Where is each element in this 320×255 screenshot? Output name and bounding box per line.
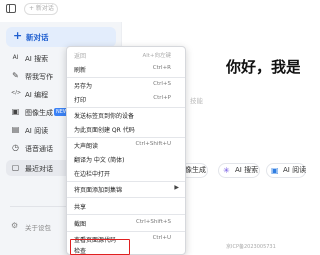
chip-label: 像生成 xyxy=(185,166,206,174)
menu-item-read-aloud[interactable]: 大声朗读 Ctrl+Shift+U xyxy=(67,139,185,151)
phone-icon: ◷ xyxy=(12,143,19,152)
menu-item-screenshot[interactable]: 截图 Ctrl+Shift+S xyxy=(67,217,185,229)
menu-item-label: 刷新 xyxy=(74,67,87,74)
menu-separator xyxy=(67,107,185,108)
menu-item-label: 在边栏中打开 xyxy=(74,171,111,178)
sidebar-toggle-icon[interactable] xyxy=(6,4,16,13)
image-icon: ▣ xyxy=(11,107,20,116)
menu-item-label: 另存为 xyxy=(74,83,93,90)
menu-item-label: 大声朗读 xyxy=(74,143,99,150)
ai-search-icon: AI xyxy=(12,54,19,61)
sidebar-item-label: 帮我写作 xyxy=(25,73,53,81)
settings-icon: ⚙ xyxy=(11,221,19,230)
context-menu: 返回 Alt+向左键 刷新 Ctrl+R 另存为 Ctrl+S 打印 Ctrl+… xyxy=(66,46,186,255)
menu-item-shortcut: Ctrl+U xyxy=(152,235,171,241)
menu-item-shortcut: Alt+向左键 xyxy=(142,53,171,59)
menu-item-label: 截图 xyxy=(74,221,87,228)
menu-item-label: 将页面添加到集锦 xyxy=(74,187,123,194)
menu-item-print[interactable]: 打印 Ctrl+P xyxy=(67,93,185,105)
menu-item-label: 为此页面创建 QR 代码 xyxy=(74,127,135,134)
chip-ai-search[interactable]: ✳ AI 搜索 xyxy=(218,163,260,178)
top-new-chat-button[interactable]: + 新对话 xyxy=(24,3,58,15)
menu-item-open-sidebar[interactable]: 在边栏中打开 xyxy=(67,167,185,179)
menu-item-shortcut: Ctrl+Shift+S xyxy=(136,219,171,225)
menu-separator xyxy=(67,137,185,138)
menu-item-shortcut: Ctrl+Shift+U xyxy=(135,141,171,147)
chat-icon: ▢ xyxy=(11,163,20,172)
chip-label: AI 搜索 xyxy=(235,166,259,174)
menu-item-label: 共享 xyxy=(74,204,87,211)
menu-item-back[interactable]: 返回 Alt+向左键 xyxy=(67,49,185,61)
greeting-title: 你好，我是豆 xyxy=(226,58,300,76)
menu-item-label: 打印 xyxy=(74,97,87,104)
ai-search-icon: ✳ xyxy=(223,166,230,175)
menu-item-qr-code[interactable]: 为此页面创建 QR 代码 xyxy=(67,123,185,135)
menu-separator xyxy=(67,231,185,232)
sidebar-item-label: 语音通话 xyxy=(25,145,53,153)
chip-ai-reading[interactable]: ▣ AI 阅读 xyxy=(266,163,306,178)
menu-item-refresh[interactable]: 刷新 Ctrl+R xyxy=(67,63,185,75)
inspect-highlight-box xyxy=(70,239,130,255)
plus-icon: + xyxy=(13,29,23,42)
menu-item-label: 翻译为 中文 (简体) xyxy=(74,157,125,164)
menu-item-share[interactable]: 共享 xyxy=(67,200,185,212)
menu-separator xyxy=(67,214,185,215)
menu-separator xyxy=(67,197,185,198)
sidebar-item-label: 图像生成 xyxy=(25,109,53,117)
menu-item-label: 发送标签页到你的设备 xyxy=(74,113,135,120)
sidebar-item-label: AI 阅读 xyxy=(25,127,49,135)
settings-label: 关于设包 xyxy=(25,224,51,232)
pen-icon: ✎ xyxy=(12,71,19,80)
code-icon: </> xyxy=(11,90,22,96)
menu-item-shortcut: Ctrl+R xyxy=(152,65,171,71)
menu-item-add-to-collection[interactable]: 将页面添加到集锦 ▶ xyxy=(67,183,185,195)
book-icon: ▤ xyxy=(11,125,20,134)
menu-item-label: 返回 xyxy=(74,53,87,60)
sidebar-item-label: AI 搜索 xyxy=(25,55,49,63)
menu-item-shortcut: Ctrl+S xyxy=(153,81,171,87)
chevron-right-icon: ▶ xyxy=(174,184,179,191)
menu-item-shortcut: Ctrl+P xyxy=(153,95,171,101)
menu-item-translate[interactable]: 翻译为 中文 (简体) xyxy=(67,153,185,165)
icp-footer: 京ICP备2023005731 xyxy=(226,244,276,250)
sidebar-item-label: AI 编程 xyxy=(25,91,49,99)
skills-hint: 技能 xyxy=(190,97,203,105)
menu-separator xyxy=(67,181,185,182)
menu-item-send-tab[interactable]: 发送标签页到你的设备 xyxy=(67,109,185,121)
new-chat-label: 新对话 xyxy=(26,33,49,42)
new-chat-button[interactable]: + 新对话 xyxy=(6,27,116,47)
sidebar-item-label: 最近对话 xyxy=(25,165,53,173)
top-bar: + 新对话 xyxy=(0,0,300,18)
chip-label: AI 阅读 xyxy=(283,166,307,174)
menu-item-save-as[interactable]: 另存为 Ctrl+S xyxy=(67,79,185,91)
book-icon: ▣ xyxy=(271,166,279,175)
menu-separator xyxy=(67,77,185,78)
